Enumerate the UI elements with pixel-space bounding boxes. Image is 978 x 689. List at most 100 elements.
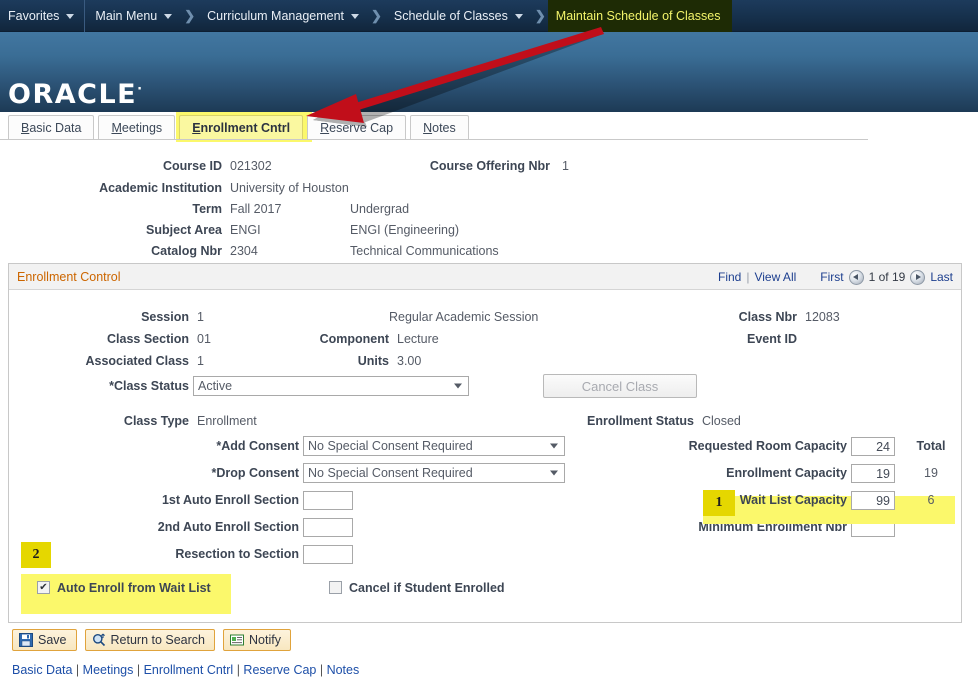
link-separator: | [72,663,82,677]
tab-reserve-cap-label: eserve Cap [329,121,393,135]
return-to-search-button[interactable]: Return to Search [85,629,216,651]
tab-meetings-label: eetings [122,121,162,135]
class-status-select[interactable]: Active [193,376,469,396]
drop-consent-select[interactable]: No Special Consent Required [303,463,565,483]
enrollment-status-label: Enrollment Status [587,414,694,428]
save-button[interactable]: Save [12,629,77,651]
save-button-label: Save [38,633,67,647]
breadcrumb-schedule-of-classes-label: Schedule of Classes [394,9,508,23]
enrollment-control-panel-header: Enrollment Control Find | View All First… [9,264,961,290]
enrollment-capacity-label: Enrollment Capacity [569,466,847,480]
class-status-label: *Class Status [9,379,189,393]
chevron-down-icon [550,444,558,449]
breadcrumb-separator-icon: ❯ [182,8,197,24]
oracle-logo: ORACLE· [8,79,144,110]
enrollment-capacity-input[interactable]: 19 [851,464,895,483]
class-nbr-label: Class Nbr [679,310,797,324]
nav-separator: | [746,270,749,284]
catalog-nbr-description: Technical Communications [350,244,499,258]
event-id-label: Event ID [679,332,797,346]
course-id-value: 021302 [222,159,390,173]
session-description: Regular Academic Session [389,310,679,324]
auto-enroll-from-wait-list-checkbox[interactable] [37,581,50,594]
breadcrumb-separator-icon: ❯ [533,8,548,24]
footer-link-meetings[interactable]: Meetings [83,663,134,677]
wait-list-capacity-label: Wait List Capacity [739,493,847,507]
tab-reserve-cap[interactable]: Reserve Cap [307,115,406,139]
enrollment-control-form: Session 1 Regular Academic Session Class… [9,306,961,607]
annotation-marker-1: 1 [703,490,735,516]
requested-room-capacity-input[interactable]: 24 [851,437,895,456]
associated-class-value: 1 [189,354,302,368]
cancel-if-student-enrolled-checkbox[interactable] [329,581,342,594]
annotation-marker-2-label: 2 [33,547,40,563]
add-consent-select[interactable]: No Special Consent Required [303,436,565,456]
footer-toolbar: Save Return to Search Notify [12,629,291,651]
last-link[interactable]: Last [930,270,953,284]
breadcrumb-curriculum-management-label: Curriculum Management [207,9,344,23]
associated-class-label: Associated Class [9,354,189,368]
chevron-down-icon [550,471,558,476]
breadcrumb-curriculum-management[interactable]: Curriculum Management [197,0,369,32]
oracle-logo-text: ORACLE [8,79,137,110]
find-link[interactable]: Find [718,270,741,284]
tab-underline [0,139,868,140]
footer-link-basic-data[interactable]: Basic Data [12,663,72,677]
units-value: 3.00 [389,354,421,368]
panel-title: Enrollment Control [9,270,121,284]
tab-notes-label: otes [432,121,456,135]
tab-basic-data-label: asic Data [29,121,81,135]
class-section-label: Class Section [9,332,189,346]
footer-link-enrollment-cntrl[interactable]: Enrollment Cntrl [144,663,234,677]
first-auto-enroll-section-input[interactable] [303,491,353,510]
footer-link-notes[interactable]: Notes [327,663,360,677]
component-label: Component [302,332,389,346]
tab-enrollment-cntrl[interactable]: Enrollment Cntrl [179,115,303,139]
tab-strip: Basic Data Meetings Enrollment Cntrl Res… [8,115,469,139]
breadcrumb-schedule-of-classes[interactable]: Schedule of Classes [384,0,533,32]
drop-consent-selected-value: No Special Consent Required [308,466,473,480]
breadcrumb-bar: Favorites Main Menu ❯ Curriculum Managem… [0,0,978,32]
auto-enroll-from-wait-list-label: Auto Enroll from Wait List [57,581,211,595]
panel-navigation: Find | View All First 1 of 19 Last [718,264,953,290]
footer-link-reserve-cap[interactable]: Reserve Cap [243,663,316,677]
academic-institution-value: University of Houston [222,181,349,195]
tab-basic-data[interactable]: Basic Data [8,115,94,139]
previous-page-icon[interactable] [849,270,864,285]
second-auto-enroll-section-input[interactable] [303,518,353,537]
link-separator: | [133,663,143,677]
annotation-marker-2: 2 [21,542,51,568]
cancel-class-button[interactable]: Cancel Class [543,374,697,398]
link-separator: | [316,663,326,677]
resection-to-section-input[interactable] [303,545,353,564]
chevron-down-icon [66,14,74,19]
tab-notes[interactable]: Notes [410,115,469,139]
breadcrumb-current-page[interactable]: Maintain Schedule of Classes [548,0,733,32]
class-type-value: Enrollment [189,414,579,428]
triangle-left-icon [853,274,858,280]
cancel-class-label: Cancel Class [582,379,659,394]
chevron-down-icon [515,14,523,19]
oracle-header-banner: ORACLE· [0,32,978,112]
tab-accesskey: B [21,121,29,135]
second-auto-enroll-section-label: 2nd Auto Enroll Section [9,520,299,534]
add-consent-label: *Add Consent [9,439,299,453]
annotation-marker-1-label: 1 [716,495,723,511]
session-label: Session [9,310,189,324]
chevron-down-icon [351,14,359,19]
next-page-icon[interactable] [910,270,925,285]
catalog-nbr-label: Catalog Nbr [0,244,222,258]
subject-area-label: Subject Area [0,223,222,237]
chevron-down-icon [164,14,172,19]
page-counter: 1 of 19 [869,270,906,284]
tab-meetings[interactable]: Meetings [98,115,175,139]
component-value: Lecture [389,332,679,346]
wait-list-capacity-input[interactable]: 99 [851,491,895,510]
breadcrumb-favorites[interactable]: Favorites [0,0,84,32]
total-column-header: Total [909,439,953,453]
view-all-link[interactable]: View All [754,270,796,284]
breadcrumb-main-menu[interactable]: Main Menu [85,0,182,32]
wait-list-capacity-value: 99 [876,494,890,508]
first-link[interactable]: First [820,270,843,284]
notify-button[interactable]: Notify [223,629,291,651]
